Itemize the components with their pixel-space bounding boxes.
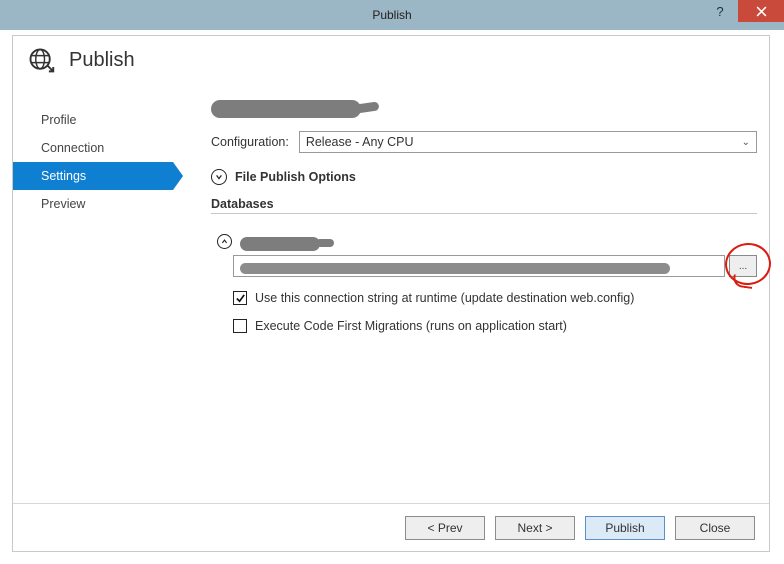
sidebar-item-label: Preview — [41, 197, 85, 211]
use-connection-string-label: Use this connection string at runtime (u… — [255, 291, 634, 305]
configuration-label: Configuration: — [211, 135, 289, 149]
dialog-header: Publish — [13, 36, 769, 88]
chevron-down-circle-icon — [211, 169, 227, 185]
close-dialog-button[interactable]: Close — [675, 516, 755, 540]
close-button[interactable] — [738, 0, 784, 22]
sidebar-item-label: Profile — [41, 113, 76, 127]
configuration-select[interactable]: Release - Any CPU ⌄ — [299, 131, 757, 153]
publish-label: Publish — [605, 521, 644, 535]
file-publish-options-label: File Publish Options — [235, 170, 356, 184]
browse-connection-button[interactable]: ... — [729, 255, 757, 277]
close-label: Close — [700, 521, 731, 535]
file-publish-options-expander[interactable]: File Publish Options — [211, 169, 757, 185]
help-button[interactable]: ? — [702, 0, 738, 22]
globe-icon — [27, 46, 55, 74]
main-panel: Configuration: Release - Any CPU ⌄ File … — [173, 88, 769, 333]
window-title: Publish — [372, 8, 411, 22]
execute-migrations-checkbox[interactable] — [233, 319, 247, 333]
chevron-down-icon: ⌄ — [742, 137, 750, 148]
next-button[interactable]: Next > — [495, 516, 575, 540]
sidebar-item-label: Settings — [41, 169, 86, 183]
title-bar: Publish ? — [0, 0, 784, 30]
next-label: Next > — [517, 521, 552, 535]
prev-button[interactable]: < Prev — [405, 516, 485, 540]
close-icon — [756, 6, 767, 17]
connection-string-input[interactable] — [233, 255, 725, 277]
sidebar-item-profile[interactable]: Profile — [13, 106, 173, 134]
redacted-connection-string — [240, 263, 670, 274]
dialog-title: Publish — [69, 49, 135, 72]
use-connection-string-checkbox[interactable] — [233, 291, 247, 305]
prev-label: < Prev — [427, 521, 462, 535]
sidebar-item-connection[interactable]: Connection — [13, 134, 173, 162]
sidebar: Profile Connection Settings Preview — [13, 88, 173, 333]
publish-button[interactable]: Publish — [585, 516, 665, 540]
sidebar-item-preview[interactable]: Preview — [13, 190, 173, 218]
dialog-footer: < Prev Next > Publish Close — [13, 503, 769, 551]
dialog: Publish Profile Connection Settings Prev… — [12, 35, 770, 552]
redacted-profile-name — [211, 98, 757, 121]
databases-heading: Databases — [211, 197, 757, 211]
sidebar-item-label: Connection — [41, 141, 104, 155]
sidebar-item-settings[interactable]: Settings — [13, 162, 173, 190]
browse-label: ... — [739, 261, 747, 272]
redacted-database-name — [240, 237, 320, 251]
execute-migrations-label: Execute Code First Migrations (runs on a… — [255, 319, 567, 333]
database-entry-expander[interactable] — [217, 234, 757, 249]
configuration-value: Release - Any CPU — [306, 135, 414, 149]
divider — [211, 213, 757, 214]
chevron-up-circle-icon — [217, 234, 232, 249]
